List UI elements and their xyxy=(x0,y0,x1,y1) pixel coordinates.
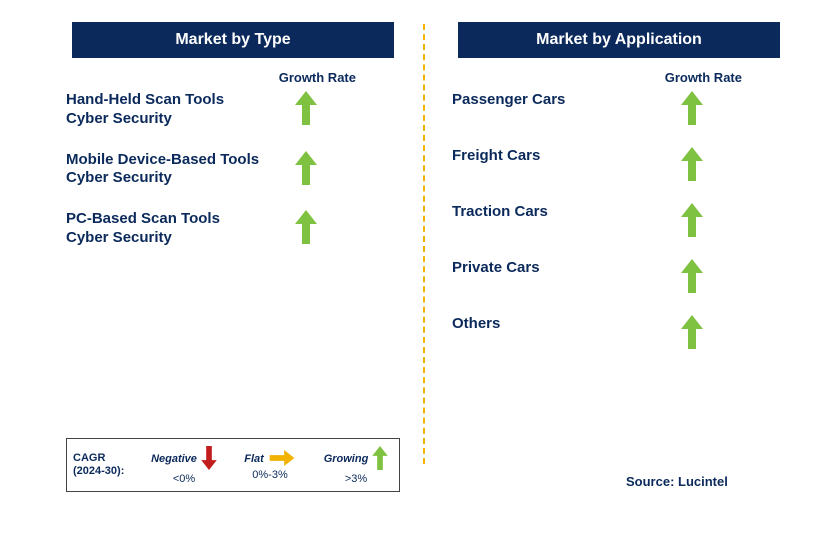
application-row: Private Cars xyxy=(452,259,804,293)
legend-flat-range: 0%-3% xyxy=(252,469,287,481)
application-row-label: Private Cars xyxy=(452,259,652,278)
up-arrow-icon xyxy=(672,315,712,349)
up-arrow-icon xyxy=(286,91,326,125)
application-row-label: Others xyxy=(452,315,652,334)
growth-rate-label-right: Growth Rate xyxy=(452,70,742,85)
legend-flat: Flat 0%-3% xyxy=(227,450,313,481)
cagr-label: CAGR (2024-30): xyxy=(67,452,141,478)
page: Market by Type Growth Rate Hand-Held Sca… xyxy=(0,0,829,535)
type-row-label: Hand-Held Scan Tools Cyber Security xyxy=(66,91,266,129)
market-by-type-title: Market by Type xyxy=(72,22,394,58)
legend-growing: Growing >3% xyxy=(313,446,399,485)
legend-negative-label: Negative xyxy=(151,453,197,465)
legend-growing-range: >3% xyxy=(345,473,367,485)
source-label: Source: Lucintel xyxy=(626,474,728,489)
legend-growing-label: Growing xyxy=(324,453,369,465)
application-row: Others xyxy=(452,315,804,349)
up-arrow-icon xyxy=(372,446,388,473)
column-divider xyxy=(423,24,425,464)
market-by-application-column: Market by Application Growth Rate Passen… xyxy=(452,22,804,371)
application-row: Traction Cars xyxy=(452,203,804,237)
cagr-line2: (2024-30): xyxy=(73,465,124,477)
up-arrow-icon xyxy=(672,203,712,237)
right-arrow-icon xyxy=(268,450,296,469)
up-arrow-icon xyxy=(286,151,326,185)
application-row: Freight Cars xyxy=(452,147,804,181)
application-rows: Passenger Cars Freight Cars Traction Car… xyxy=(452,91,804,349)
up-arrow-icon xyxy=(672,259,712,293)
application-row-label: Passenger Cars xyxy=(452,91,652,110)
growth-rate-label-left: Growth Rate xyxy=(66,70,356,85)
application-row-label: Freight Cars xyxy=(452,147,652,166)
type-row: Mobile Device-Based Tools Cyber Security xyxy=(66,151,418,189)
type-row-label: Mobile Device-Based Tools Cyber Security xyxy=(66,151,266,189)
up-arrow-icon xyxy=(672,91,712,125)
type-rows: Hand-Held Scan Tools Cyber Security Mobi… xyxy=(66,91,418,248)
cagr-legend: CAGR (2024-30): Negative <0% Flat 0%-3% xyxy=(66,438,400,492)
type-row: Hand-Held Scan Tools Cyber Security xyxy=(66,91,418,129)
application-row: Passenger Cars xyxy=(452,91,804,125)
application-row-label: Traction Cars xyxy=(452,203,652,222)
down-arrow-icon xyxy=(201,446,217,473)
type-row-label: PC-Based Scan Tools Cyber Security xyxy=(66,210,266,248)
market-by-type-column: Market by Type Growth Rate Hand-Held Sca… xyxy=(66,22,418,270)
legend-flat-label: Flat xyxy=(244,453,264,465)
up-arrow-icon xyxy=(672,147,712,181)
type-row: PC-Based Scan Tools Cyber Security xyxy=(66,210,418,248)
market-by-application-title: Market by Application xyxy=(458,22,780,58)
legend-negative-range: <0% xyxy=(173,473,195,485)
up-arrow-icon xyxy=(286,210,326,244)
cagr-line1: CAGR xyxy=(73,452,105,464)
legend-negative: Negative <0% xyxy=(141,446,227,485)
